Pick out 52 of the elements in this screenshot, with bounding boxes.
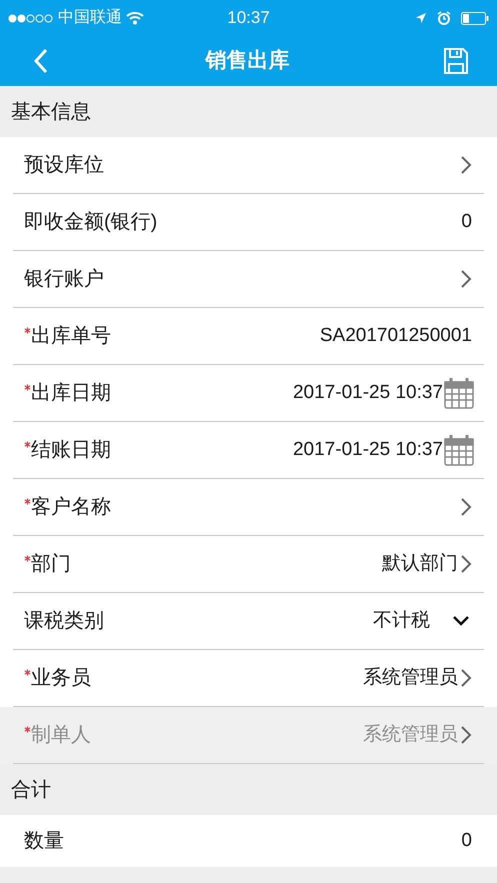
dropdown-value: 不计税 (373, 608, 430, 633)
form-row[interactable]: 课税类别 不计税 (0, 593, 497, 650)
alarm-clock-icon (437, 11, 452, 25)
form-row[interactable]: 即收金额(银行) 0 (0, 194, 497, 251)
row-label: 即收金额(银行) (24, 210, 158, 235)
form-row[interactable]: 结账日期 2017-01-25 10:37 (0, 422, 497, 479)
row-label: 出库单号 (31, 324, 111, 349)
row-value: 0 (461, 210, 472, 234)
row-label: 制单人 (31, 723, 91, 748)
form-row[interactable]: 预设库位 (0, 137, 497, 194)
chevron-right-icon (460, 269, 472, 289)
form-row[interactable]: 业务员 系统管理员 (0, 650, 497, 707)
row-value: SA201701250001 (320, 324, 472, 348)
row-label: 部门 (31, 552, 71, 577)
calendar-icon (444, 377, 474, 409)
row-label: 业务员 (31, 666, 91, 691)
signal-strength-icon (8, 14, 54, 22)
chevron-right-icon (460, 668, 472, 688)
date-value: 2017-01-25 10:37 (292, 438, 443, 462)
form-row[interactable]: 客户名称 (0, 479, 497, 536)
row-value: 0 (461, 828, 472, 853)
chevron-right-icon (460, 155, 472, 175)
row-value: 默认部门 (382, 552, 458, 576)
row-label: 课税类别 (24, 609, 104, 634)
form-row[interactable]: 部门 默认部门 (0, 536, 497, 593)
chevron-right-icon (460, 725, 472, 745)
chevron-right-icon (460, 554, 472, 574)
carrier-name: 中国联通 (58, 8, 122, 28)
section-title: 基本信息 (11, 100, 91, 124)
row-label: 数量 (24, 829, 64, 854)
location-arrow-icon (415, 12, 428, 24)
form-row[interactable]: 银行账户 (0, 251, 497, 308)
row-label: 预设库位 (24, 153, 104, 178)
chevron-right-icon (460, 497, 472, 517)
row-label: 结账日期 (31, 438, 111, 463)
form-row[interactable]: 数量 0 (0, 815, 497, 867)
wifi-icon (126, 11, 144, 25)
section-title: 合计 (11, 778, 51, 802)
form-row[interactable]: 出库单号 SA201701250001 (0, 308, 497, 365)
battery-icon (461, 12, 490, 24)
calendar-icon (444, 434, 474, 466)
row-value: 系统管理员 (363, 722, 458, 747)
date-value: 2017-01-25 10:37 (292, 380, 443, 405)
chevron-down-icon (452, 615, 470, 627)
row-value: 系统管理员 (363, 666, 458, 690)
save-button[interactable] (443, 47, 469, 75)
nav-title: 销售出库 (206, 48, 290, 74)
row-label: 客户名称 (31, 495, 111, 520)
status-time: 10:37 (227, 7, 270, 30)
row-label: 银行账户 (24, 267, 104, 292)
form-row[interactable]: 出库日期 2017-01-25 10:37 (0, 365, 497, 422)
row-label: 出库日期 (31, 381, 111, 406)
